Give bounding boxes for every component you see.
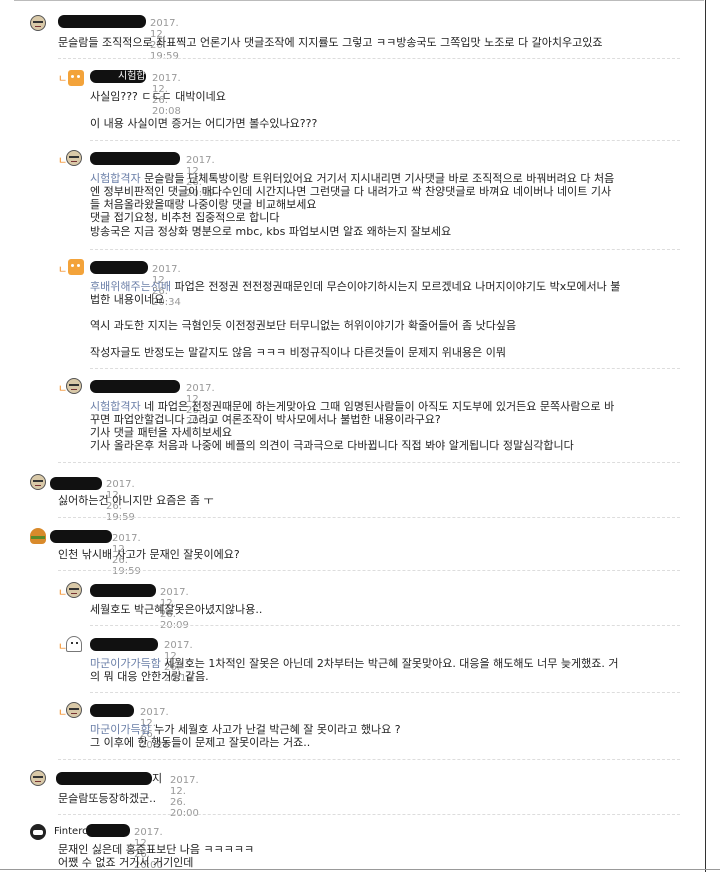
redacted-nickname[interactable] <box>90 704 134 717</box>
avatar[interactable] <box>68 70 84 86</box>
avatar[interactable] <box>30 15 46 31</box>
reply-text-line: 파업은 전정권 전전정권때문인데 무슨이야기하시는지 모르겠네요 나머지이야기도… <box>174 280 621 293</box>
reply-text-line: 기사 댓글 패턴을 자세히보세요 <box>90 426 233 439</box>
comment-timestamp: 2017. 12. 26. 20:00 <box>170 775 199 819</box>
divider <box>58 814 680 815</box>
reply-text-line: 세월호는 1차적인 잘못은 아닌데 2차부터는 박근혜 잘못맞아요. 대응을 해… <box>164 657 619 670</box>
redacted-nickname[interactable] <box>50 530 112 543</box>
redacted-nickname[interactable] <box>58 15 146 28</box>
reply-text-line: 기사 올라온후 처음과 나중에 베플의 의견이 극과극으로 다바뀝니다 직접 봐… <box>90 439 574 452</box>
reply-text-line: 꾸면 파업안할겁니다 그리고 여론조작이 박사모에서나 불법한 내용이라구요? <box>90 413 441 426</box>
avatar[interactable] <box>30 824 46 840</box>
redacted-nickname[interactable] <box>90 380 180 393</box>
comment-text: 문재인 싫은데 홍준표보단 나음 ㅋㅋㅋㅋㅋ <box>58 843 255 856</box>
mention-tag[interactable]: 후배위해주는선배 <box>90 280 171 293</box>
reply-text-line: 네 파업은 전정권때문에 하는게맞아요 그때 임명된사람들이 아직도 지도부에 … <box>144 400 615 413</box>
reply-text-line: 엔 정부비판적인 댓글이 매다수인데 시간지나면 그런댓글 다 내려가고 싹 찬… <box>90 185 612 198</box>
reply-text-line: 세월호도 박근혜잘못은아녔지않나용.. <box>90 603 263 616</box>
nickname-tail[interactable]: 지 <box>152 772 162 785</box>
redacted-nickname[interactable] <box>90 261 148 274</box>
mention-tag[interactable]: 마군이가득함 <box>90 723 151 736</box>
divider <box>58 517 680 518</box>
reply-text-line: 사실임??? ㄷㄷㄷ 대박이네요 <box>90 90 226 103</box>
reply-text-line: 들 처음올라왔을때랑 나중이랑 댓글 비교해보세요 <box>90 198 317 211</box>
avatar[interactable] <box>30 528 46 544</box>
reply-text-line: 작성자글도 반정도는 말같지도 않음 ㅋㅋㅋ 비정규직이나 다른것들이 문제지 … <box>90 346 507 359</box>
reply-text-line: 댓글 접기요청, 비추천 집중적으로 합니다 <box>90 211 280 224</box>
divider <box>58 570 680 571</box>
avatar[interactable] <box>68 259 84 275</box>
mention-tag[interactable]: 시험합격자 <box>90 400 141 413</box>
reply-arrow-icon: ㄴ <box>58 265 68 276</box>
divider <box>90 692 680 693</box>
redacted-nickname[interactable] <box>50 477 102 490</box>
page-bottom-edge <box>0 869 720 870</box>
comment-text: 문슬람또등장하겠군.. <box>58 792 157 805</box>
avatar[interactable] <box>66 636 82 652</box>
comment-text: 싫어하는건 아니지만 요즘은 좀 ㅜ <box>58 494 214 507</box>
mention-tag[interactable]: 시험합격자 <box>90 172 141 185</box>
divider <box>90 249 680 250</box>
avatar[interactable] <box>66 378 82 394</box>
divider <box>90 368 680 369</box>
panel-top-divider <box>14 0 704 1</box>
reply-text-line: 이 내용 사실이면 증거는 어디가면 볼수있나요??? <box>90 117 318 130</box>
avatar[interactable] <box>66 582 82 598</box>
mention-tag[interactable]: 마군이가가득함 <box>90 657 161 670</box>
divider <box>90 140 680 141</box>
comment-text: 문슬람들 조직적으로 좌표찍고 언론기사 댓글조작에 지지률도 그렇고 ㅋㅋ방송… <box>58 36 603 49</box>
redacted-nickname[interactable] <box>90 584 156 597</box>
divider <box>58 58 680 59</box>
avatar[interactable] <box>30 474 46 490</box>
scrollbar-edge[interactable] <box>705 0 706 872</box>
comment-text: 인천 낚시배 사고가 문재인 잘못이에요? <box>58 548 240 561</box>
reply-text-line: 역시 과도한 지지는 극혐인듯 이전정권보단 터무니없는 허위이야기가 확줄어들… <box>90 319 517 332</box>
reply-text-line: 법한 내용이네요 <box>90 293 165 306</box>
redacted-nickname[interactable] <box>90 152 180 165</box>
reply-arrow-icon: ㄴ <box>58 74 68 85</box>
reply-text-line: 그 이후에 한 행동들이 문제고 잘못이라는 거죠.. <box>90 736 311 749</box>
reply-text-line: 의 뭐 대응 안한거랑 같음. <box>90 670 209 683</box>
reply-text-line: 누가 세월호 사고가 난걸 박근혜 잘 못이라고 했나요 ? <box>154 723 401 736</box>
reply-text-line: 문슬람들 단체톡방이랑 트위터있어요 거기서 지시내리면 기사댓글 바로 조직적… <box>144 172 615 185</box>
divider <box>58 462 680 463</box>
redacted-nickname[interactable] <box>90 638 158 651</box>
redacted-nickname[interactable] <box>56 772 152 785</box>
redacted-nickname[interactable] <box>86 824 130 837</box>
avatar[interactable] <box>30 770 46 786</box>
divider <box>90 625 680 626</box>
reply-text-line: 방송국은 지금 정상화 명분으로 mbc, kbs 파업보시면 알죠 왜하는지 … <box>90 225 452 238</box>
avatar[interactable] <box>66 702 82 718</box>
comment-text: 어쨌 수 없죠 거기서 거기인데 <box>58 856 194 869</box>
avatar[interactable] <box>66 150 82 166</box>
divider <box>58 759 680 760</box>
